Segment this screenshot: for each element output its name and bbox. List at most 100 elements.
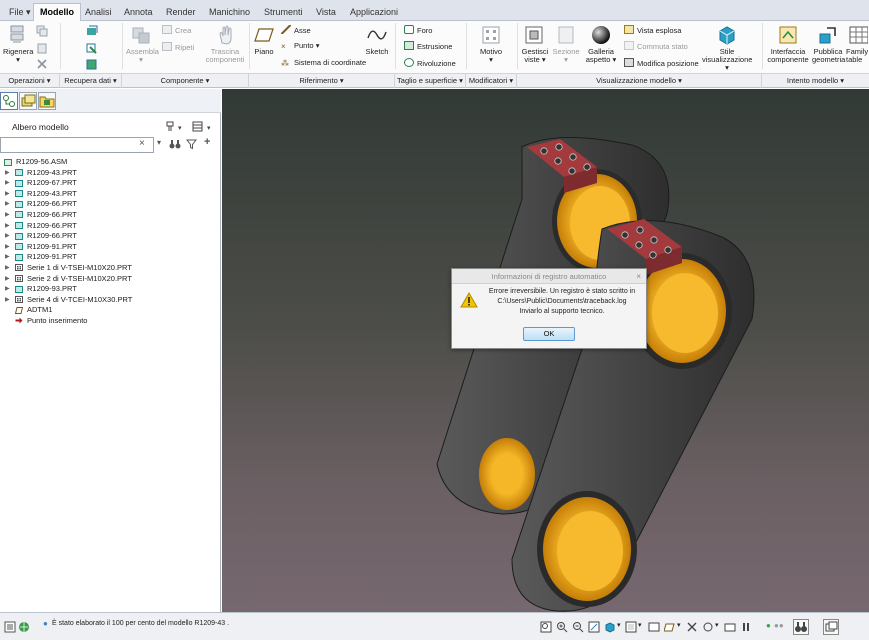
rigenera-button[interactable]: Rigenera ▾ — [3, 24, 33, 64]
tree-search-input[interactable] — [0, 137, 154, 153]
find-binoculars-icon[interactable] — [169, 139, 181, 150]
group-modificatori[interactable]: Modificatori ▾ — [466, 74, 517, 88]
vista-esplosa-button[interactable]: Vista esplosa — [624, 25, 681, 36]
expand-arrow-icon[interactable]: ▶ — [5, 221, 10, 232]
tab-layers[interactable] — [19, 92, 37, 110]
sistema-coordinate-button[interactable]: ⁂ Sistema di coordinate — [281, 58, 366, 68]
asse-button[interactable]: Asse — [281, 25, 311, 36]
expand-arrow-icon[interactable]: ▶ — [5, 263, 10, 274]
tab-applicazioni[interactable]: Applicazioni — [343, 3, 405, 21]
commuta-stato-button[interactable]: Commuta stato — [624, 41, 688, 52]
sketch-button[interactable]: Sketch — [364, 24, 390, 56]
tab-strumenti[interactable]: Strumenti — [257, 3, 310, 21]
group-taglio-superficie[interactable]: Taglio e superficie ▾ — [395, 74, 466, 88]
tab-render[interactable]: Render — [159, 3, 203, 21]
pubblica-geometria-button[interactable]: Pubblica geometria — [812, 24, 845, 64]
piano-button[interactable]: Piano — [252, 24, 276, 56]
tree-item[interactable]: ▶ R1209-66.PRT — [0, 199, 221, 210]
stile-visualizzazione-button[interactable]: Stile visualizzazione ▾ — [702, 24, 752, 72]
expand-arrow-icon[interactable]: ▶ — [5, 231, 10, 242]
copy-icon[interactable] — [36, 25, 48, 37]
tree-item[interactable]: ▶ Serie 2 di V-TSEI-M10X20.PRT — [0, 274, 221, 285]
sezione-button[interactable]: Sezione ▾ — [552, 24, 580, 64]
datum-display-dropdown-icon[interactable]: ▾ — [677, 621, 681, 629]
expand-arrow-icon[interactable]: ▶ — [5, 210, 10, 221]
refit-icon[interactable] — [540, 621, 552, 633]
group-intento-modello[interactable]: Intento modello ▾ — [762, 74, 869, 88]
paste-icon[interactable] — [36, 42, 48, 54]
tree-item[interactable]: ▶ Serie 1 di V-TSEI-M10X20.PRT — [0, 263, 221, 274]
window-activate-icon[interactable] — [823, 619, 839, 635]
group-componente[interactable]: Componente ▾ — [122, 74, 249, 88]
spin-center-icon[interactable] — [686, 621, 698, 633]
group-operazioni[interactable]: Operazioni ▾ — [0, 74, 60, 88]
repaint-icon[interactable] — [588, 621, 600, 633]
model-tree-toggle-icon[interactable] — [4, 621, 16, 633]
tab-analisi[interactable]: Analisi — [78, 3, 119, 21]
ripeti-button[interactable]: Ripeti — [162, 42, 194, 53]
tab-modello[interactable]: Modello — [33, 3, 81, 22]
expand-arrow-icon[interactable]: ▶ — [5, 242, 10, 253]
expand-arrow-icon[interactable]: ▶ — [5, 284, 10, 295]
expand-arrow-icon[interactable]: ▶ — [5, 168, 10, 179]
crea-button[interactable]: Crea — [162, 25, 191, 36]
tree-item[interactable]: ▶ R1209-66.PRT — [0, 210, 221, 221]
copy-geometry-icon[interactable] — [86, 25, 98, 37]
tab-manichino[interactable]: Manichino — [202, 3, 257, 21]
estrusione-button[interactable]: Estrusione — [404, 41, 452, 52]
tree-columns-icon[interactable]: ▾ — [192, 121, 216, 132]
display-style-small-icon[interactable] — [604, 621, 616, 633]
tree-item[interactable]: ▶ R1209-91.PRT — [0, 242, 221, 253]
tree-item[interactable]: ▶ R1209-43.PRT — [0, 189, 221, 200]
dialog-close-icon[interactable]: × — [636, 270, 641, 284]
family-table-button[interactable]: Family table — [846, 24, 869, 64]
zoom-in-icon[interactable] — [556, 621, 568, 633]
punto-button[interactable]: × Punto ▾ — [281, 41, 319, 51]
expand-arrow-icon[interactable]: ▶ — [5, 252, 10, 263]
group-visualizzazione-modello[interactable]: Visualizzazione modello ▾ — [517, 74, 762, 88]
view-manager-icon[interactable] — [648, 621, 660, 633]
display-style-dropdown-icon[interactable]: ▾ — [617, 621, 621, 629]
expand-arrow-icon[interactable]: ▶ — [5, 274, 10, 285]
tree-item[interactable]: ▶ R1209-66.PRT — [0, 231, 221, 242]
tab-folder-browser[interactable] — [38, 92, 56, 110]
tree-item[interactable]: R1209-56.ASM — [0, 157, 221, 168]
pause-icon[interactable] — [740, 621, 752, 633]
tree-item[interactable]: Punto inserimento — [0, 316, 221, 327]
view-normal-icon[interactable] — [724, 621, 736, 633]
browser-globe-icon[interactable] — [18, 621, 30, 633]
interfaccia-componente-button[interactable]: Interfaccia componente — [766, 24, 810, 64]
graphics-viewport[interactable] — [222, 89, 869, 612]
filter-icon[interactable] — [186, 139, 197, 150]
group-riferimento[interactable]: Riferimento ▾ — [249, 74, 395, 88]
assembla-button[interactable]: Assembla ▾ — [126, 24, 159, 64]
tree-item[interactable]: ▶ R1209-66.PRT — [0, 221, 221, 232]
delete-icon[interactable] — [36, 58, 48, 70]
find-icon[interactable] — [793, 619, 809, 635]
zoom-out-icon[interactable] — [572, 621, 584, 633]
tree-item[interactable]: ▶ R1209-43.PRT — [0, 168, 221, 179]
rivoluzione-button[interactable]: Rivoluzione — [404, 58, 456, 69]
tree-item[interactable]: ▶ Serie 4 di V-TCEI-M10X30.PRT — [0, 295, 221, 306]
tab-vista[interactable]: Vista — [309, 3, 343, 21]
tree-item[interactable]: ▶ R1209-91.PRT — [0, 252, 221, 263]
group-recupera-dati[interactable]: Recupera dati ▾ — [60, 74, 122, 88]
gestisci-viste-button[interactable]: Gestisci viste ▾ — [520, 24, 550, 64]
expand-arrow-icon[interactable]: ▶ — [5, 199, 10, 210]
motivo-button[interactable]: Motivo ▾ — [476, 24, 506, 64]
saved-orientations-dropdown-icon[interactable]: ▾ — [638, 621, 642, 629]
saved-orientations-icon[interactable] — [625, 621, 637, 633]
tree-settings-icon[interactable]: ▾ — [166, 121, 186, 132]
foro-button[interactable]: Foro — [404, 25, 432, 36]
trascina-componenti-button[interactable]: Trascina componenti — [204, 24, 246, 64]
merge-icon[interactable] — [86, 58, 98, 70]
annotation-dropdown-icon[interactable]: ▾ — [715, 621, 719, 629]
ok-button[interactable]: OK — [523, 327, 575, 341]
tab-model-tree[interactable] — [0, 92, 18, 110]
add-item-icon[interactable]: + — [204, 136, 210, 148]
annotation-display-icon[interactable] — [702, 621, 714, 633]
expand-arrow-icon[interactable]: ▶ — [5, 295, 10, 306]
galleria-aspetto-button[interactable]: Galleria aspetto ▾ — [585, 24, 617, 64]
clear-search-icon[interactable]: × — [139, 137, 145, 151]
search-dropdown-icon[interactable]: ▾ — [157, 138, 161, 147]
